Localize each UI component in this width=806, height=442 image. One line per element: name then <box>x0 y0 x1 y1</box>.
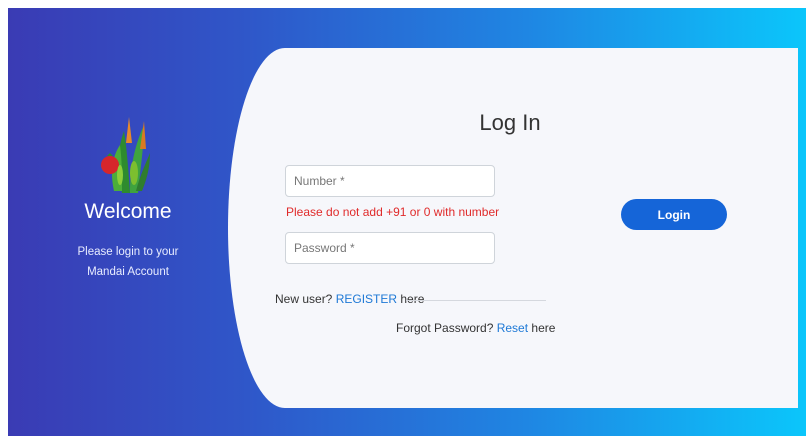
divider <box>406 300 546 301</box>
number-hint: Please do not add +91 or 0 with number <box>286 205 500 219</box>
welcome-subtitle-line-1: Please login to your <box>77 246 179 258</box>
login-page: Welcome Please login to your Mandai Acco… <box>8 8 806 436</box>
welcome-heading: Welcome <box>84 200 172 223</box>
reset-link[interactable]: Reset <box>497 321 528 335</box>
forgot-password-row: Forgot Password? Reset here <box>396 321 555 335</box>
forgot-prefix: Forgot Password? <box>396 321 497 335</box>
number-input[interactable] <box>285 165 495 197</box>
welcome-panel: Welcome Please login to your Mandai Acco… <box>8 8 248 436</box>
login-card: Log In Please do not add +91 or 0 with n… <box>228 48 798 408</box>
password-input[interactable] <box>285 232 495 264</box>
register-link[interactable]: REGISTER <box>336 292 397 306</box>
register-prefix: New user? <box>275 292 336 306</box>
register-suffix: here <box>397 292 425 306</box>
page-title: Log In <box>479 110 541 135</box>
register-row: New user? REGISTER here <box>275 292 424 306</box>
vegetables-logo-icon <box>101 117 150 193</box>
welcome-subtitle-line-2: Mandai Account <box>87 266 169 278</box>
login-button[interactable]: Login <box>621 199 727 230</box>
reset-suffix: here <box>528 321 556 335</box>
welcome-subtitle: Please login to your Mandai Account <box>8 242 248 282</box>
